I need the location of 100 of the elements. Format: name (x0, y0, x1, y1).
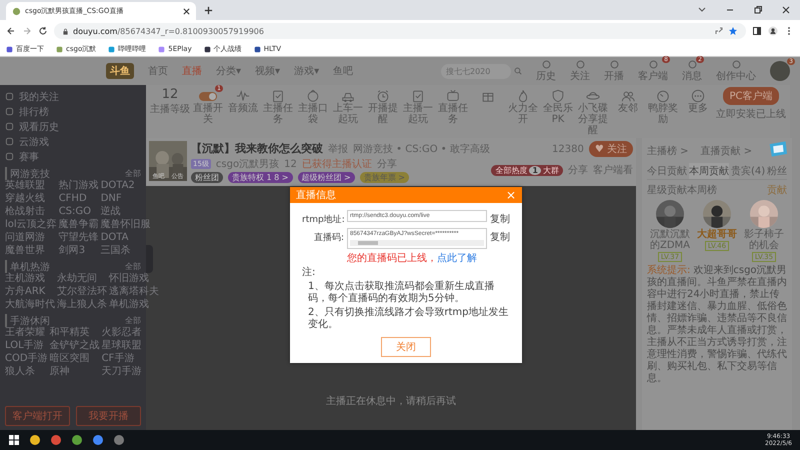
toolbar-tool[interactable]: 全民乐PK (541, 87, 575, 125)
app-icon[interactable] (113, 434, 125, 446)
nav-link[interactable]: 直播 (182, 64, 202, 78)
copy-link[interactable]: 复制 (490, 228, 510, 244)
restore-icon[interactable] (753, 5, 763, 15)
panel-tab[interactable]: 粉丝 (767, 163, 788, 179)
rank-link[interactable]: 直播贡献 > (700, 144, 752, 158)
toolbar-tool[interactable]: 友邻 (611, 87, 645, 114)
category-link[interactable]: 单机游戏 (109, 299, 159, 311)
new-tab-icon[interactable] (204, 6, 213, 15)
toolbar-tool[interactable]: 上车一起玩 (331, 87, 365, 125)
user-avatar[interactable] (770, 61, 790, 81)
category-link[interactable]: 火影忍者 (102, 327, 142, 339)
category-link[interactable]: 大航海时代 (5, 299, 55, 311)
privilege-pill[interactable]: 贵族特权 1 8 > (228, 172, 293, 183)
category-link[interactable]: 逆战 (100, 206, 151, 218)
address-field[interactable]: douyu.com/85674347_r=0.8100930057919906 (54, 23, 746, 39)
app-icon[interactable] (50, 434, 62, 446)
sidebar-button[interactable]: 客户端打开 (5, 406, 70, 426)
category-link[interactable]: 问道网游 (5, 232, 57, 244)
category-link[interactable]: 守望先锋 (58, 232, 99, 244)
toolbar-tool[interactable]: 开播提醒 (366, 87, 400, 125)
close-icon[interactable] (183, 8, 190, 14)
category-link[interactable]: LOL手游 (5, 340, 48, 352)
reload-icon[interactable] (38, 26, 48, 36)
follow-button[interactable]: ♥ 关注 (588, 141, 633, 157)
toggle-switch[interactable] (199, 92, 217, 101)
panel-tab[interactable]: 贵宾(4) (731, 163, 766, 179)
all-link[interactable]: 全部 (125, 261, 141, 272)
more-link[interactable]: 贡献 (767, 183, 787, 197)
nav-link[interactable]: 分类▾ (216, 64, 242, 78)
category-link[interactable]: 艾尔登法环 (57, 286, 107, 298)
sidebar-item[interactable]: 观看历史 (5, 119, 59, 134)
all-link[interactable]: 全部 (125, 168, 141, 179)
sidebar-item[interactable]: 排行榜 (5, 104, 49, 119)
category-link[interactable]: 暗区突围 (50, 353, 100, 365)
nav-link[interactable]: 游戏▾ (294, 64, 320, 78)
back-icon[interactable] (6, 26, 16, 36)
category-link[interactable]: 海上狼人杀 (57, 299, 107, 311)
category-link[interactable]: 方舟ARK (5, 286, 55, 298)
category-link[interactable]: CS:GO (58, 206, 99, 218)
toolbar-tool[interactable]: 火力全开 (506, 87, 540, 125)
category-link[interactable]: 英雄联盟 (5, 180, 57, 192)
sidebar-button[interactable]: 我要开播 (76, 406, 141, 426)
category-link[interactable]: 金铲铲之战 (50, 340, 100, 352)
nav-link[interactable]: 鱼吧 (333, 64, 354, 78)
toolbar-tool[interactable]: 鸭脖奖励 (646, 87, 680, 125)
all-link[interactable]: 全部 (125, 315, 141, 326)
category-link[interactable]: 怀旧游戏 (109, 273, 159, 285)
heat-badge[interactable]: 全部热度 1 大群 (491, 164, 563, 176)
fan-name[interactable]: 影子柿子的机会 (741, 229, 787, 251)
category-link[interactable]: 魔兽争霸 (58, 219, 99, 231)
fan-name[interactable]: 大超哥哥 (697, 229, 737, 240)
category-link[interactable]: DOTA2 (100, 180, 151, 192)
category-link[interactable]: 热门游戏 (58, 180, 99, 192)
category-link[interactable]: 枪战射击 (5, 206, 57, 218)
profile-icon[interactable] (768, 26, 778, 36)
windows-start-icon[interactable] (8, 434, 20, 446)
app-icon[interactable] (29, 434, 41, 446)
toolbar-tool[interactable]: 主播一起玩 (401, 87, 435, 125)
fan-name[interactable]: 沉默沉默的ZDMA (647, 229, 693, 251)
learn-more-link[interactable]: 点此了解 (437, 253, 477, 264)
privilege-pill[interactable]: 粉丝团 (191, 172, 223, 183)
copy-link[interactable]: 复制 (490, 210, 510, 226)
star-icon[interactable] (728, 26, 738, 36)
panel-tab[interactable]: 本周贡献 (689, 163, 729, 179)
category-link[interactable]: 狼人杀 (5, 366, 48, 378)
category-link[interactable]: CF手游 (102, 353, 142, 365)
close-icon[interactable] (781, 5, 791, 15)
header-action[interactable]: 创作中心 (716, 60, 756, 82)
category-link[interactable]: 逃离塔科夫 (109, 286, 159, 298)
toolbar-tool[interactable]: 更多 (681, 87, 715, 114)
header-action[interactable]: 历史 (536, 60, 556, 82)
header-action[interactable]: 开播 (604, 60, 624, 82)
nav-link[interactable]: 视频▾ (255, 64, 280, 78)
category-link[interactable]: 永劫无间 (57, 273, 107, 285)
category-link[interactable]: 主机游戏 (5, 273, 55, 285)
privilege-pill[interactable]: 超级粉丝团 > (298, 172, 355, 183)
toolbar-tool[interactable]: 直播任务 (436, 87, 470, 125)
toolbar-tool[interactable]: 音频流 (226, 87, 260, 114)
category-link[interactable]: 星球联盟 (102, 340, 142, 352)
category-link[interactable]: 穿越火线 (5, 193, 57, 205)
category-link[interactable]: 魔兽怀旧服 (100, 219, 151, 231)
category-link[interactable]: 王者荣耀 (5, 327, 48, 339)
header-action[interactable]: 关注 (570, 60, 590, 82)
category-link[interactable]: 剑网3 (58, 245, 99, 257)
category-link[interactable]: 天刀手游 (102, 366, 142, 378)
category-link[interactable]: 原神 (50, 366, 100, 378)
toolbar-tool[interactable]: 小飞碟分享提醒 (576, 87, 610, 136)
sidebar-icon[interactable] (752, 26, 762, 36)
category-link[interactable]: DOTA (100, 232, 151, 244)
close-button[interactable]: × (506, 188, 516, 202)
sidebar-item[interactable]: 云游戏 (5, 134, 49, 149)
category-link[interactable]: 三国杀 (100, 245, 151, 257)
toolbar-tool[interactable]: 主播口袋 (296, 87, 330, 125)
rank-link[interactable]: 主播榜 > (647, 144, 689, 158)
sidebar-item[interactable]: 我的关注 (5, 89, 59, 104)
sidebar-item[interactable]: 赛事 (5, 149, 39, 164)
toolbar-tool[interactable]: 主播任务 (261, 87, 295, 125)
scroll-bar[interactable] (350, 240, 484, 246)
